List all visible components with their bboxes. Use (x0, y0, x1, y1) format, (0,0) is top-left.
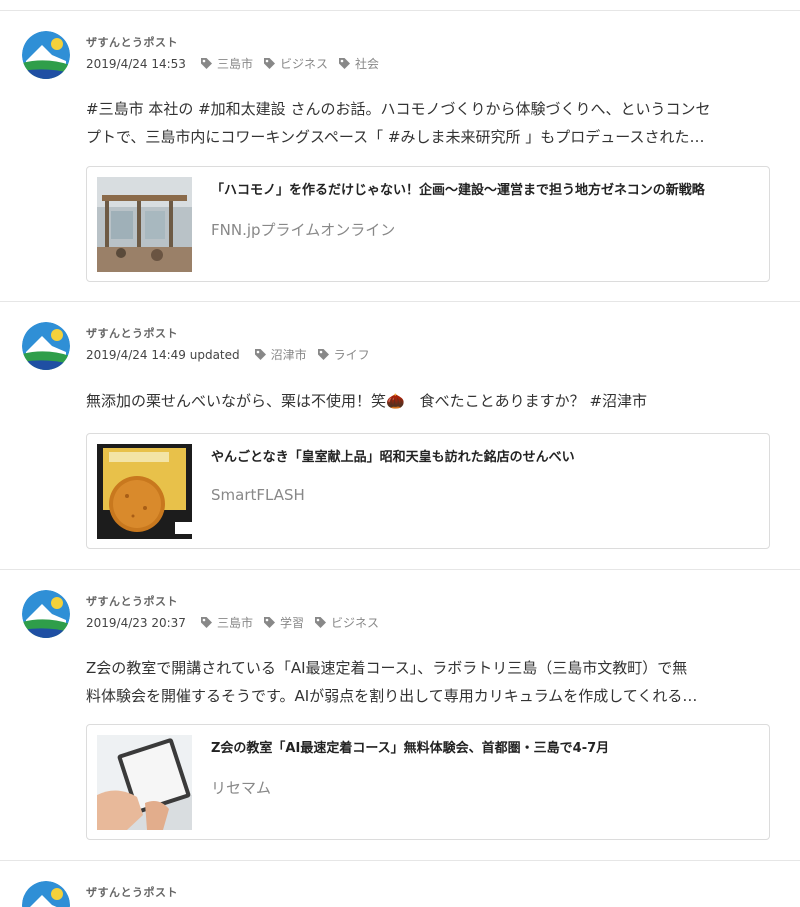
tag-label: ビジネス (330, 616, 379, 630)
post-text-line: 無添加の栗せんべいながら、栗は不使用！笑🌰 食べたことありますか？ #沼津市 (86, 392, 648, 410)
tag[interactable]: ライフ (317, 346, 370, 363)
card-title: Z会の教室「AI最速定着コース」無料体験会、首都圏・三島で4-7月 (211, 741, 610, 756)
card-source: SmartFLASH (211, 486, 305, 504)
tag-label: 三島市 (216, 57, 253, 71)
post: ザすんとうポスト 2019/4/24 14:53 三島市 ビジネス 社会 #三島… (0, 10, 800, 301)
tag-icon (200, 57, 213, 70)
tag[interactable]: 三島市 (200, 55, 253, 72)
card-thumbnail (97, 177, 192, 272)
tag-label: ビジネス (279, 57, 328, 71)
tag-label: 学習 (279, 616, 304, 630)
link-card[interactable]: Z会の教室「AI最速定着コース」無料体験会、首都圏・三島で4-7月 リセマム (86, 724, 770, 840)
tag-label: 沼津市 (270, 348, 307, 362)
tag[interactable]: 学習 (263, 614, 304, 631)
tag-label: ライフ (333, 348, 370, 362)
post-text-line: Z会の教室で開講されている「AI最速定着コース」、ラボラトリ三島（三島市文教町）… (86, 659, 688, 677)
avatar[interactable] (22, 881, 70, 907)
post-text: #三島市 本社の #加和太建設 さんのお話。ハコモノづくりから体験づくりへ、とい… (86, 95, 776, 151)
link-card[interactable]: やんごとなき「皇室献上品」昭和天皇も訪れた銘店のせんべい SmartFLASH (86, 433, 770, 549)
post-text-line: #三島市 本社の #加和太建設 さんのお話。ハコモノづくりから体験づくりへ、とい… (86, 100, 711, 118)
author-name[interactable]: ザすんとうポスト (86, 34, 178, 50)
post: ザすんとうポスト 2019/4/24 14:49 updated 沼津市 ライフ… (0, 301, 800, 569)
post-text-line: プトで、三島市内にコワーキングスペース「 #みしま未来研究所 」もプロデュースさ… (86, 128, 705, 146)
post-date[interactable]: 2019/4/23 20:37 (86, 616, 186, 630)
tag-icon (263, 57, 276, 70)
author-name[interactable]: ザすんとうポスト (86, 593, 178, 609)
post-text-line: 料体験会を開催するそうです。AIが弱点を割り出して専用カリキュラムを作成してくれ… (86, 687, 698, 705)
author-name[interactable]: ザすんとうポスト (86, 884, 178, 900)
avatar[interactable] (22, 590, 70, 638)
card-title: やんごとなき「皇室献上品」昭和天皇も訪れた銘店のせんべい (211, 450, 575, 465)
card-source: リセマム (211, 779, 272, 797)
post-meta: 2019/4/23 20:37 三島市 学習 ビジネス (86, 614, 389, 631)
card-source: FNN.jpプライムオンライン (211, 221, 396, 239)
post-text: Z会の教室で開講されている「AI最速定着コース」、ラボラトリ三島（三島市文教町）… (86, 654, 776, 710)
post-date[interactable]: 2019/4/24 14:53 (86, 57, 186, 71)
post-meta: 2019/4/24 14:53 三島市 ビジネス 社会 (86, 55, 389, 72)
card-title: 「ハコモノ」を作るだけじゃない！企画〜建設〜運営まで担う地方ゼネコンの新戦略 (211, 183, 705, 198)
tag[interactable]: 社会 (338, 55, 379, 72)
post: ザすんとうポスト (0, 860, 800, 907)
tag[interactable]: ビジネス (314, 614, 379, 631)
tag[interactable]: ビジネス (263, 55, 328, 72)
tag-label: 社会 (354, 57, 379, 71)
tag-icon (254, 348, 267, 361)
tag-icon (314, 616, 327, 629)
tag-icon (263, 616, 276, 629)
tag-label: 三島市 (216, 616, 253, 630)
post-text: 無添加の栗せんべいながら、栗は不使用！笑🌰 食べたことありますか？ #沼津市 (86, 387, 776, 415)
avatar[interactable] (22, 31, 70, 79)
card-thumbnail (97, 444, 192, 539)
avatar[interactable] (22, 322, 70, 370)
card-thumbnail (97, 735, 192, 830)
post-date[interactable]: 2019/4/24 14:49 updated (86, 348, 240, 362)
post: ザすんとうポスト 2019/4/23 20:37 三島市 学習 ビジネス Z会の… (0, 569, 800, 860)
tag-icon (200, 616, 213, 629)
author-name[interactable]: ザすんとうポスト (86, 325, 178, 341)
link-card[interactable]: 「ハコモノ」を作るだけじゃない！企画〜建設〜運営まで担う地方ゼネコンの新戦略 F… (86, 166, 770, 282)
tag-icon (317, 348, 330, 361)
post-meta: 2019/4/24 14:49 updated 沼津市 ライフ (86, 346, 380, 363)
tag[interactable]: 三島市 (200, 614, 253, 631)
tag-icon (338, 57, 351, 70)
tag[interactable]: 沼津市 (254, 346, 307, 363)
